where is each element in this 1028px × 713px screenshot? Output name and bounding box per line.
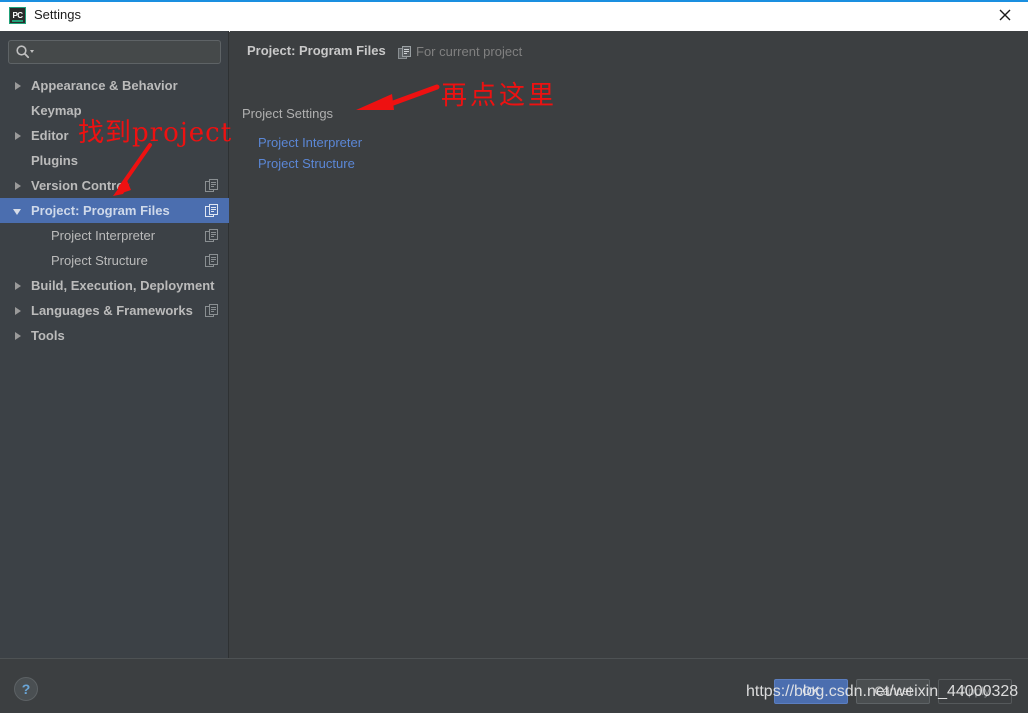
- copy-scope-icon: [398, 46, 411, 59]
- apply-button[interactable]: Apply: [938, 679, 1012, 704]
- section-title: Project Settings: [242, 106, 334, 121]
- sidebar-item-project-program-files[interactable]: Project: Program Files: [0, 198, 229, 223]
- ok-button[interactable]: OK: [774, 679, 848, 704]
- main-panel: Project: Program Files For current proje…: [230, 31, 1028, 658]
- sidebar-item-keymap[interactable]: Keymap: [0, 98, 229, 123]
- sidebar-item-label: Keymap: [31, 103, 82, 118]
- sidebar-item-tools[interactable]: Tools: [0, 323, 229, 348]
- sidebar-item-label: Editor: [31, 128, 69, 143]
- settings-dialog: PC Settings Appearance & Behavior Keymap E…: [0, 0, 1028, 713]
- sidebar-item-languages-frameworks[interactable]: Languages & Frameworks: [0, 298, 229, 323]
- sidebar-item-label: Version Control: [31, 178, 128, 193]
- copy-scope-icon: [205, 179, 218, 192]
- chevron-right-icon[interactable]: [15, 132, 21, 140]
- scope-label: For current project: [416, 44, 523, 59]
- search-input[interactable]: [8, 40, 221, 64]
- sidebar-item-label: Languages & Frameworks: [31, 303, 193, 318]
- copy-scope-icon: [205, 229, 218, 242]
- copy-scope-icon: [205, 204, 218, 217]
- sidebar-item-plugins[interactable]: Plugins: [0, 148, 229, 173]
- chevron-right-icon[interactable]: [15, 307, 21, 315]
- sidebar-item-editor[interactable]: Editor: [0, 123, 229, 148]
- sidebar-item-label: Build, Execution, Deployment: [31, 278, 215, 293]
- help-button[interactable]: ?: [14, 677, 38, 701]
- sidebar-item-version-control[interactable]: Version Control: [0, 173, 229, 198]
- close-icon: [999, 9, 1011, 21]
- sidebar-item-project-interpreter[interactable]: Project Interpreter: [0, 223, 229, 248]
- page-title: Project: Program Files: [247, 43, 386, 58]
- pycharm-icon-bar: [12, 20, 23, 22]
- sidebar-item-label: Project Structure: [51, 253, 148, 268]
- sidebar-item-label: Project Interpreter: [51, 228, 156, 243]
- chevron-right-icon[interactable]: [15, 182, 21, 190]
- sidebar: Appearance & Behavior Keymap Editor Plugins…: [0, 31, 229, 658]
- link-project-interpreter[interactable]: Project Interpreter: [258, 135, 362, 150]
- sidebar-item-label: Project: Program Files: [31, 203, 170, 218]
- copy-scope-icon: [205, 254, 218, 267]
- close-button[interactable]: [982, 0, 1028, 30]
- pycharm-icon: PC: [9, 7, 26, 24]
- chevron-right-icon[interactable]: [15, 282, 21, 290]
- sidebar-item-label: Appearance & Behavior: [31, 78, 178, 93]
- search-box[interactable]: [8, 40, 221, 64]
- window-title: Settings: [34, 7, 81, 22]
- chevron-down-icon[interactable]: [13, 209, 21, 215]
- chevron-right-icon[interactable]: [15, 332, 21, 340]
- sidebar-item-label: Plugins: [31, 153, 78, 168]
- title-bar: PC Settings: [0, 0, 1028, 32]
- sidebar-item-appearance-behavior[interactable]: Appearance & Behavior: [0, 73, 229, 98]
- copy-scope-icon: [205, 304, 218, 317]
- accent-stripe: [0, 0, 1028, 2]
- settings-tree: Appearance & Behavior Keymap Editor Plugins…: [0, 73, 229, 348]
- cancel-button[interactable]: Cancel: [856, 679, 930, 704]
- sidebar-item-build-execution-deployment[interactable]: Build, Execution, Deployment: [0, 273, 229, 298]
- link-project-structure[interactable]: Project Structure: [258, 156, 355, 171]
- sidebar-item-project-structure[interactable]: Project Structure: [0, 248, 229, 273]
- chevron-right-icon[interactable]: [15, 82, 21, 90]
- sidebar-item-label: Tools: [31, 328, 65, 343]
